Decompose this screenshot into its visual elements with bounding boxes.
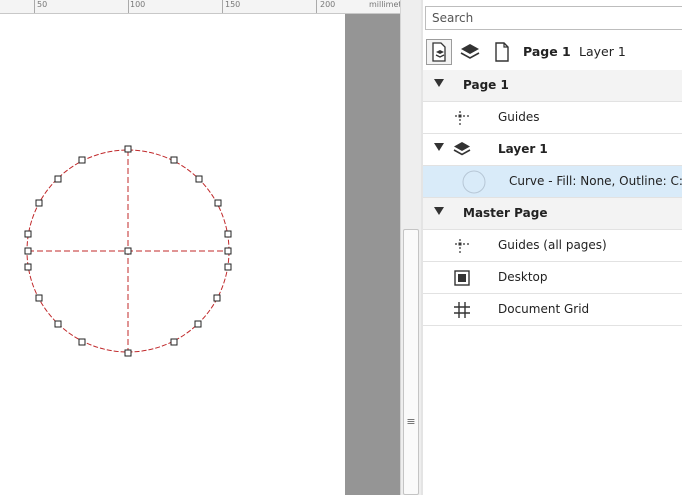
- desktop-icon: [454, 270, 470, 286]
- node-handle[interactable]: [170, 338, 178, 346]
- tree-item-master-page[interactable]: Master Page: [423, 198, 682, 230]
- grip-icon: ≡: [406, 415, 416, 428]
- node-handle[interactable]: [124, 145, 132, 153]
- ruler-label-150: 150: [225, 0, 241, 9]
- node-handle[interactable]: [224, 247, 232, 255]
- object-tree: Page 1 Guides Layer 1 Curve - Fill: None…: [423, 70, 682, 326]
- ruler-tick: [316, 0, 317, 13]
- current-layer-label[interactable]: Layer 1: [579, 44, 626, 59]
- guides-icon: [455, 239, 469, 253]
- ruler-label-100: 100: [130, 0, 146, 9]
- expand-triangle-icon[interactable]: [434, 79, 444, 87]
- layer-stack-icon: [460, 44, 480, 59]
- node-handle[interactable]: [78, 338, 86, 346]
- page-icon: [495, 42, 509, 62]
- tree-item-guides[interactable]: Guides: [423, 102, 682, 134]
- expand-triangle-icon[interactable]: [434, 207, 444, 215]
- node-handle[interactable]: [35, 294, 43, 302]
- node-handle[interactable]: [24, 263, 32, 271]
- node-handle[interactable]: [195, 175, 203, 183]
- node-handle[interactable]: [54, 320, 62, 328]
- node-handle[interactable]: [170, 156, 178, 164]
- tree-item-label: Master Page: [463, 206, 548, 220]
- tree-item-layer-1[interactable]: Layer 1: [423, 134, 682, 166]
- node-handle[interactable]: [213, 294, 221, 302]
- ruler-tick: [128, 0, 129, 13]
- node-handle[interactable]: [194, 320, 202, 328]
- node-handle[interactable]: [214, 199, 222, 207]
- curve-thumbnail-icon: [462, 170, 486, 194]
- show-object-properties-icon: [432, 42, 446, 62]
- ruler-tick: [34, 0, 35, 13]
- tree-item-guides-all-pages[interactable]: Guides (all pages): [423, 230, 682, 262]
- node-handle[interactable]: [24, 230, 32, 238]
- tree-item-label: Page 1: [463, 78, 509, 92]
- node-handle[interactable]: [35, 199, 43, 207]
- tree-item-page-1[interactable]: Page 1: [423, 70, 682, 102]
- current-page-label[interactable]: Page 1: [523, 44, 571, 59]
- scrollbar-thumb[interactable]: ≡: [403, 229, 419, 495]
- pasteboard-area: [345, 14, 400, 495]
- objects-panel: Page 1 Layer 1 Page 1 Guides Layer 1: [423, 0, 682, 495]
- horizontal-ruler[interactable]: 50 100 150 200 millimeters: [0, 0, 400, 14]
- node-handle[interactable]: [24, 247, 32, 255]
- tree-item-curve[interactable]: Curve - Fill: None, Outline: C:0: [423, 166, 682, 198]
- page-button[interactable]: [489, 39, 515, 65]
- node-handle[interactable]: [54, 175, 62, 183]
- objects-toolbar: Page 1 Layer 1: [423, 37, 682, 69]
- tree-item-document-grid[interactable]: Document Grid: [423, 294, 682, 326]
- tree-item-label: Document Grid: [498, 302, 590, 316]
- tree-item-label: Guides: [498, 110, 540, 124]
- grid-icon: [454, 302, 470, 318]
- ruler-label-50: 50: [37, 0, 48, 9]
- tree-item-label: Desktop: [498, 270, 548, 284]
- ruler-units-label: millimeters: [369, 0, 400, 9]
- tree-item-label: Layer 1: [498, 142, 548, 156]
- node-handle[interactable]: [224, 263, 232, 271]
- tree-item-desktop[interactable]: Desktop: [423, 262, 682, 294]
- search-input[interactable]: [425, 6, 682, 30]
- node-handle[interactable]: [78, 156, 86, 164]
- vertical-scrollbar[interactable]: ≡: [400, 0, 421, 495]
- layer-manager-button[interactable]: [457, 39, 483, 65]
- ruler-tick: [222, 0, 223, 13]
- expand-triangle-icon[interactable]: [434, 143, 444, 151]
- ruler-label-200: 200: [320, 0, 336, 9]
- drawing-canvas[interactable]: [0, 14, 345, 495]
- guides-icon: [455, 111, 469, 125]
- node-handle[interactable]: [224, 230, 232, 238]
- node-handle[interactable]: [124, 349, 132, 357]
- curve-object[interactable]: [0, 14, 345, 495]
- tree-item-label: Curve - Fill: None, Outline: C:0: [509, 174, 682, 188]
- center-handle[interactable]: [124, 247, 132, 255]
- layer-icon: [453, 142, 471, 156]
- show-object-properties-button[interactable]: [426, 39, 452, 65]
- tree-item-label: Guides (all pages): [498, 238, 607, 252]
